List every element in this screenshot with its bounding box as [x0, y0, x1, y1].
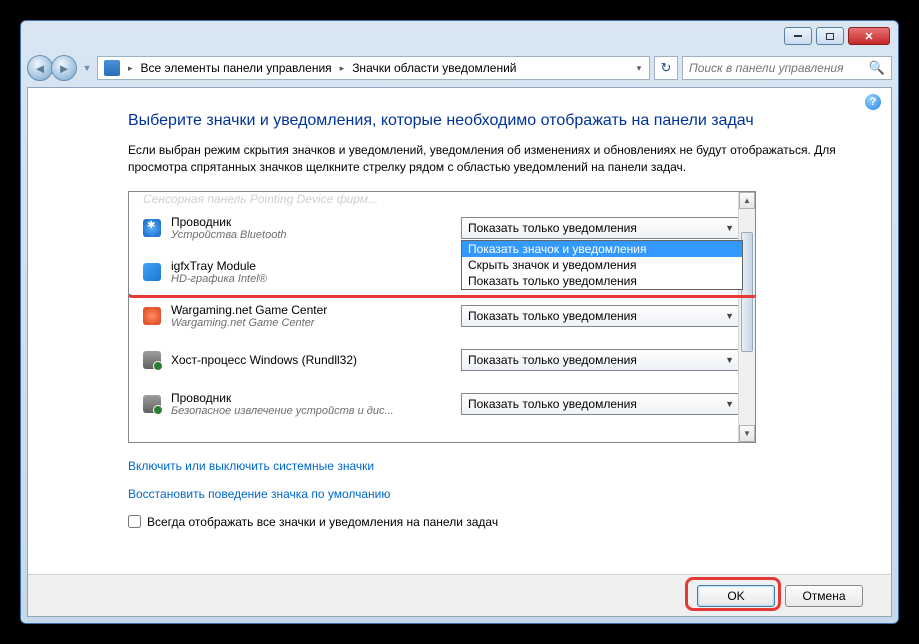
scrollbar[interactable]: ▲ ▼ — [738, 192, 755, 442]
restore-default-behavior-link[interactable]: Восстановить поведение значка по умолчан… — [128, 487, 855, 501]
combo-option[interactable]: Скрыть значок и уведомления — [462, 257, 742, 273]
help-icon[interactable]: ? — [865, 94, 881, 110]
window: ✕ ◄ ► ▼ ▸ Все элементы панели управления… — [20, 20, 899, 624]
combo-value: Показать только уведомления — [468, 397, 637, 411]
refresh-button[interactable]: ↻ — [654, 56, 678, 80]
combo-value: Показать только уведомления — [468, 309, 637, 323]
checkbox-label: Всегда отображать все значки и уведомлен… — [147, 515, 498, 529]
chevron-right-icon: ▸ — [340, 63, 345, 74]
breadcrumb[interactable]: ▸ Все элементы панели управления ▸ Значк… — [97, 56, 650, 80]
item-subtitle: Безопасное извлечение устройств и дис... — [171, 405, 461, 417]
maximize-button[interactable] — [816, 27, 844, 45]
always-show-checkbox[interactable] — [128, 515, 141, 528]
item-subtitle: HD-графика Intel® — [171, 273, 461, 285]
breadcrumb-level-1[interactable]: Все элементы панели управления — [137, 58, 336, 78]
item-name: Проводник — [171, 215, 461, 229]
button-bar: OK Отмена — [28, 574, 891, 616]
toggle-system-icons-link[interactable]: Включить или выключить системные значки — [128, 459, 855, 473]
nav-forward-button[interactable]: ► — [51, 55, 77, 81]
combo-dropdown: Показать значок и уведомления Скрыть зна… — [461, 240, 743, 290]
item-name: Сенсорная панель Pointing Device фирм... — [143, 192, 741, 206]
safely-remove-icon — [143, 395, 161, 413]
ok-button[interactable]: OK — [697, 585, 775, 607]
behavior-combo[interactable]: Показать только уведомления ▼ — [461, 349, 741, 371]
chevron-down-icon: ▼ — [725, 311, 734, 321]
intel-graphics-icon — [143, 263, 161, 281]
nav-row: ◄ ► ▼ ▸ Все элементы панели управления ▸… — [27, 53, 892, 83]
behavior-combo[interactable]: Показать только уведомления ▼ — [461, 393, 741, 415]
nav-history-dropdown[interactable]: ▼ — [81, 58, 93, 78]
breadcrumb-level-2[interactable]: Значки области уведомлений — [348, 58, 520, 78]
windows-host-icon — [143, 351, 161, 369]
page-title: Выберите значки и уведомления, которые н… — [128, 112, 855, 130]
chevron-down-icon: ▼ — [725, 223, 734, 233]
combo-option[interactable]: Показать только уведомления — [462, 273, 742, 289]
combo-value: Показать только уведомления — [468, 353, 637, 367]
chevron-down-icon: ▼ — [725, 399, 734, 409]
control-panel-icon — [104, 60, 120, 76]
breadcrumb-dropdown-icon[interactable]: ▾ — [631, 63, 647, 74]
behavior-combo[interactable]: Показать только уведомления ▼ Показать з… — [461, 217, 741, 239]
behavior-combo[interactable]: Показать только уведомления ▼ — [461, 305, 741, 327]
search-input[interactable] — [689, 61, 869, 75]
item-name: Хост-процесс Windows (Rundll32) — [171, 353, 461, 367]
search-icon[interactable]: 🔍 — [869, 60, 885, 76]
list-item: Проводник Устройства Bluetooth Показать … — [129, 206, 755, 250]
cancel-button[interactable]: Отмена — [785, 585, 863, 607]
scroll-down-button[interactable]: ▼ — [739, 425, 755, 442]
titlebar: ✕ — [27, 27, 892, 51]
item-name: igfxTray Module — [171, 259, 461, 273]
links-section: Включить или выключить системные значки … — [128, 459, 855, 501]
list-item: Wargaming.net Game Center Wargaming.net … — [129, 294, 755, 338]
content-area: ? Выберите значки и уведомления, которые… — [27, 87, 892, 617]
item-subtitle: Устройства Bluetooth — [171, 229, 461, 241]
search-box[interactable]: 🔍 — [682, 56, 892, 80]
chevron-down-icon: ▼ — [725, 355, 734, 365]
window-frame: ✕ ◄ ► ▼ ▸ Все элементы панели управления… — [21, 21, 898, 623]
always-show-checkbox-row[interactable]: Всегда отображать все значки и уведомлен… — [128, 515, 855, 529]
bluetooth-icon — [143, 219, 161, 237]
item-name: Wargaming.net Game Center — [171, 303, 461, 317]
wargaming-icon — [143, 307, 161, 325]
list-item: Сенсорная панель Pointing Device фирм... — [129, 192, 755, 206]
scroll-up-button[interactable]: ▲ — [739, 192, 755, 209]
item-subtitle: Wargaming.net Game Center — [171, 317, 461, 329]
item-name: Проводник — [171, 391, 461, 405]
nav-back-button[interactable]: ◄ — [27, 55, 53, 81]
icon-list: Сенсорная панель Pointing Device фирм...… — [128, 191, 756, 443]
list-item: Хост-процесс Windows (Rundll32) Показать… — [129, 338, 755, 382]
close-button[interactable]: ✕ — [848, 27, 890, 45]
page-description: Если выбран режим скрытия значков и увед… — [128, 142, 855, 177]
chevron-right-icon: ▸ — [128, 63, 133, 74]
combo-option[interactable]: Показать значок и уведомления — [462, 241, 742, 257]
combo-value: Показать только уведомления — [468, 221, 637, 235]
list-item: Проводник Безопасное извлечение устройст… — [129, 382, 755, 426]
minimize-button[interactable] — [784, 27, 812, 45]
